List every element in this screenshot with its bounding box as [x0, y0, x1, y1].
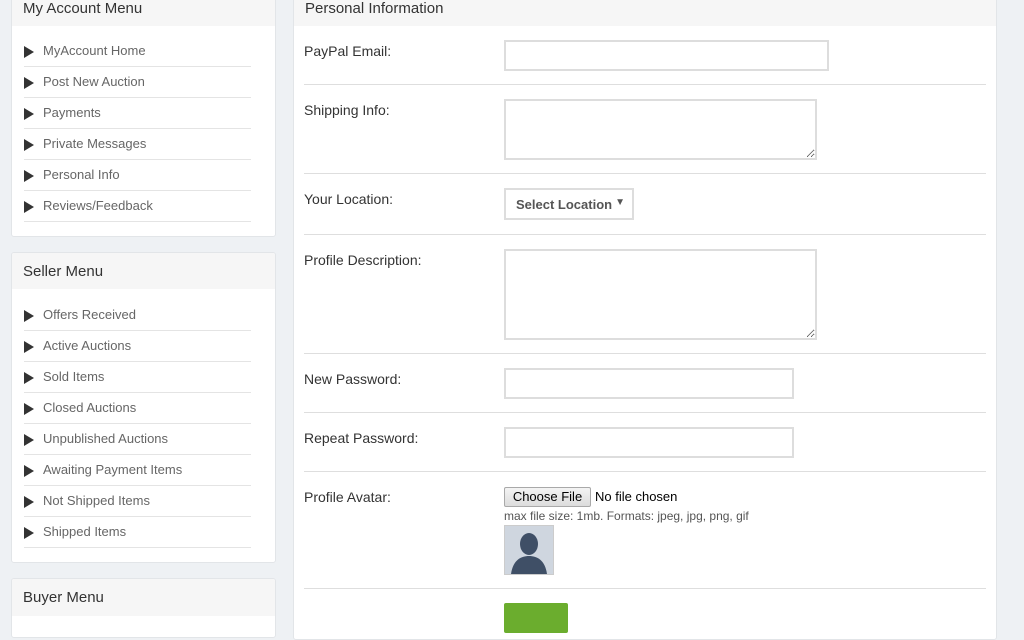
my-account-menu-title: My Account Menu	[23, 0, 143, 17]
triangle-right-icon	[24, 341, 34, 353]
location-select-value: Select Location	[516, 197, 613, 212]
sidebar-item-private-messages[interactable]: Private Messages	[24, 129, 251, 160]
location-label: Your Location:	[304, 191, 393, 207]
sidebar-item-myaccount-home[interactable]: MyAccount Home	[24, 36, 251, 67]
triangle-right-icon	[24, 372, 34, 384]
sidebar-item-post-new-auction[interactable]: Post New Auction	[24, 67, 251, 98]
sidebar-item-label: Shipped Items	[43, 524, 127, 539]
caret-down-icon: ▼	[615, 197, 625, 208]
buyer-menu-panel: Buyer Menu	[11, 578, 276, 638]
page-title: Personal Information	[305, 0, 444, 17]
sidebar-item-active-auctions[interactable]: Active Auctions	[24, 331, 251, 362]
sidebar-item-label: Unpublished Auctions	[43, 431, 169, 446]
sidebar-item-label: Not Shipped Items	[43, 493, 150, 508]
sidebar-item-label: MyAccount Home	[43, 43, 146, 58]
sidebar-item-label: Active Auctions	[43, 338, 132, 353]
triangle-right-icon	[24, 46, 34, 58]
choose-file-button[interactable]: Choose File	[504, 487, 591, 507]
profile-description-label: Profile Description:	[304, 252, 422, 268]
buyer-menu-title: Buyer Menu	[23, 589, 104, 606]
triangle-right-icon	[24, 310, 34, 322]
sidebar-item-sold-items[interactable]: Sold Items	[24, 362, 251, 393]
triangle-right-icon	[24, 170, 34, 182]
file-status-text: No file chosen	[595, 489, 678, 504]
form-divider	[304, 174, 986, 235]
buyer-menu-header: Buyer Menu	[12, 579, 275, 616]
triangle-right-icon	[24, 403, 34, 415]
new-password-label: New Password:	[304, 371, 402, 387]
personal-information-header: Personal Information	[294, 0, 996, 26]
sidebar-item-label: Offers Received	[43, 307, 136, 322]
sidebar-item-shipped-items[interactable]: Shipped Items	[24, 517, 251, 548]
triangle-right-icon	[24, 434, 34, 446]
sidebar-item-payments[interactable]: Payments	[24, 98, 251, 129]
location-select[interactable]: Select Location ▼	[504, 188, 634, 220]
sidebar-item-label: Private Messages	[43, 136, 147, 151]
shipping-info-label: Shipping Info:	[304, 102, 390, 118]
sidebar-item-label: Payments	[43, 105, 101, 120]
profile-description-textarea[interactable]	[504, 249, 817, 340]
save-button[interactable]	[504, 603, 568, 633]
seller-menu-title: Seller Menu	[23, 263, 104, 280]
triangle-right-icon	[24, 496, 34, 508]
sidebar-item-offers-received[interactable]: Offers Received	[24, 300, 251, 331]
sidebar-item-awaiting-payment-items[interactable]: Awaiting Payment Items	[24, 455, 251, 486]
paypal-email-field[interactable]	[504, 40, 829, 71]
my-account-menu-header: My Account Menu	[12, 0, 275, 26]
sidebar-item-label: Closed Auctions	[43, 400, 137, 415]
triangle-right-icon	[24, 527, 34, 539]
sidebar-item-not-shipped-items[interactable]: Not Shipped Items	[24, 486, 251, 517]
sidebar-item-label: Sold Items	[43, 369, 105, 384]
seller-menu-header: Seller Menu	[12, 253, 275, 289]
sidebar-item-closed-auctions[interactable]: Closed Auctions	[24, 393, 251, 424]
file-format-hint: max file size: 1mb. Formats: jpeg, jpg, …	[504, 509, 749, 523]
sidebar-item-label: Post New Auction	[43, 74, 145, 89]
paypal-email-label: PayPal Email:	[304, 43, 392, 59]
sidebar-item-label: Reviews/Feedback	[43, 198, 153, 213]
triangle-right-icon	[24, 108, 34, 120]
sidebar-item-reviews-feedback[interactable]: Reviews/Feedback	[24, 191, 251, 222]
shipping-info-textarea[interactable]	[504, 99, 817, 160]
profile-avatar-label: Profile Avatar:	[304, 489, 391, 505]
repeat-password-label: Repeat Password:	[304, 430, 419, 446]
triangle-right-icon	[24, 201, 34, 213]
triangle-right-icon	[24, 77, 34, 89]
new-password-field[interactable]	[504, 368, 794, 399]
sidebar-item-personal-info[interactable]: Personal Info	[24, 160, 251, 191]
sidebar-item-label: Personal Info	[43, 167, 120, 182]
sidebar-item-unpublished-auctions[interactable]: Unpublished Auctions	[24, 424, 251, 455]
sidebar-item-label: Awaiting Payment Items	[43, 462, 183, 477]
repeat-password-field[interactable]	[504, 427, 794, 458]
triangle-right-icon	[24, 465, 34, 477]
triangle-right-icon	[24, 139, 34, 151]
default-avatar-icon	[504, 525, 554, 575]
